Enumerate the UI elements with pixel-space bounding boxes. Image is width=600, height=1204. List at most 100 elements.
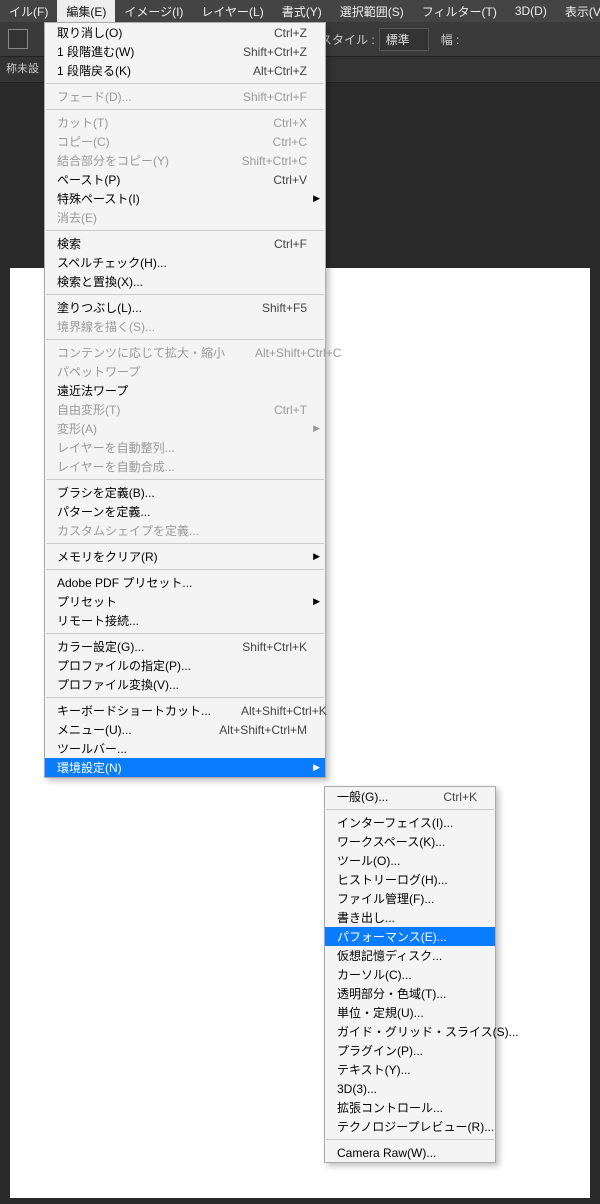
edit-menu-separator	[46, 109, 324, 110]
menu-item-label: ワークスペース(K)...	[337, 833, 477, 850]
edit-menu-item-38[interactable]: カラー設定(G)...Shift+Ctrl+K	[45, 637, 325, 656]
edit-menu-item-15[interactable]: 検索と置換(X)...	[45, 272, 325, 291]
edit-menu-item-2[interactable]: 1 段階戻る(K) Alt+Ctrl+Z	[45, 61, 325, 80]
pref-menu-item-7[interactable]: 書き出し...	[325, 908, 495, 927]
menu-item-label: ツールバー...	[57, 740, 307, 757]
menu-item-label: カスタムシェイプを定義...	[57, 522, 307, 539]
menu-item-shortcut: Ctrl+K	[443, 790, 477, 804]
menu-item-shortcut: Ctrl+V	[273, 173, 307, 187]
edit-menu-item-36[interactable]: リモート接続...	[45, 611, 325, 630]
tool-icon[interactable]	[8, 29, 28, 49]
menu-item-shortcut: Ctrl+F	[274, 237, 307, 251]
edit-menu-item-35[interactable]: プリセット▶	[45, 592, 325, 611]
edit-menu-item-14[interactable]: スペルチェック(H)...	[45, 253, 325, 272]
edit-menu-item-26: レイヤーを自動合成...	[45, 457, 325, 476]
menu-item-label: レイヤーを自動合成...	[57, 458, 307, 475]
menu-file[interactable]: イル(F)	[0, 0, 57, 23]
edit-menu-item-22[interactable]: 遠近法ワープ	[45, 381, 325, 400]
pref-menu-item-18[interactable]: テクノロジープレビュー(R)...	[325, 1117, 495, 1136]
edit-menu-item-18: 境界線を描く(S)...	[45, 317, 325, 336]
menu-edit[interactable]: 編集(E)	[57, 0, 115, 23]
menu-item-label: インターフェイス(I)...	[337, 814, 477, 831]
menu-view[interactable]: 表示(V)	[556, 0, 600, 23]
edit-menu-item-20: コンテンツに応じて拡大・縮小Alt+Shift+Ctrl+C	[45, 343, 325, 362]
edit-menu-separator	[46, 569, 324, 570]
menu-item-shortcut: Ctrl+C	[273, 135, 307, 149]
edit-menu-separator	[46, 543, 324, 544]
pref-menu-item-5[interactable]: ヒストリーログ(H)...	[325, 870, 495, 889]
menu-item-label: 拡張コントロール...	[337, 1099, 477, 1116]
edit-menu-item-42[interactable]: キーボードショートカット...Alt+Shift+Ctrl+K	[45, 701, 325, 720]
pref-menu-item-20[interactable]: Camera Raw(W)...	[325, 1143, 495, 1162]
menu-filter[interactable]: フィルター(T)	[413, 0, 506, 23]
edit-menu-item-28[interactable]: ブラシを定義(B)...	[45, 483, 325, 502]
pref-menu-item-10[interactable]: カーソル(C)...	[325, 965, 495, 984]
edit-menu-item-34[interactable]: Adobe PDF プリセット...	[45, 573, 325, 592]
edit-menu-item-0[interactable]: 取り消し(O)Ctrl+Z	[45, 23, 325, 42]
menu-item-shortcut: Ctrl+Z	[274, 26, 307, 40]
edit-menu-item-24: 変形(A)▶	[45, 419, 325, 438]
submenu-arrow-icon: ▶	[313, 423, 320, 434]
pref-menu-item-2[interactable]: インターフェイス(I)...	[325, 813, 495, 832]
menu-layer[interactable]: レイヤー(L)	[192, 0, 272, 23]
menu-item-label: 結合部分をコピー(Y)	[57, 152, 212, 169]
menu-item-label: 3D(3)...	[337, 1082, 477, 1096]
edit-menu-separator	[46, 230, 324, 231]
submenu-arrow-icon: ▶	[313, 193, 320, 204]
menu-item-label: プラグイン(P)...	[337, 1042, 477, 1059]
edit-menu-item-45[interactable]: 環境設定(N) ▶	[45, 758, 325, 777]
edit-menu-item-43[interactable]: メニュー(U)...Alt+Shift+Ctrl+M	[45, 720, 325, 739]
edit-menu-item-40[interactable]: プロファイル変換(V)...	[45, 675, 325, 694]
pref-menu-item-11[interactable]: 透明部分・色域(T)...	[325, 984, 495, 1003]
pref-menu-item-0[interactable]: 一般(G)... Ctrl+K	[325, 787, 495, 806]
pref-menu-item-17[interactable]: 拡張コントロール...	[325, 1098, 495, 1117]
menu-item-shortcut: Alt+Ctrl+Z	[253, 64, 307, 78]
pref-menu-item-12[interactable]: 単位・定規(U)...	[325, 1003, 495, 1022]
menu-item-label: 環境設定(N)	[57, 759, 307, 776]
menu-image[interactable]: イメージ(I)	[115, 0, 192, 23]
edit-menu-item-44[interactable]: ツールバー...	[45, 739, 325, 758]
edit-menu-item-10[interactable]: 特殊ペースト(I)▶	[45, 189, 325, 208]
menu-item-label: 1 段階戻る(K)	[57, 62, 223, 79]
menu-item-label: パフォーマンス(E)...	[337, 928, 477, 945]
edit-menu-item-9[interactable]: ペースト(P)Ctrl+V	[45, 170, 325, 189]
edit-menu-separator	[46, 339, 324, 340]
edit-menu-item-1[interactable]: 1 段階進む(W) Shift+Ctrl+Z	[45, 42, 325, 61]
menu-item-label: メニュー(U)...	[57, 721, 189, 738]
pref-menu-item-14[interactable]: プラグイン(P)...	[325, 1041, 495, 1060]
edit-menu-item-39[interactable]: プロファイルの指定(P)...	[45, 656, 325, 675]
pref-menu-item-3[interactable]: ワークスペース(K)...	[325, 832, 495, 851]
menu-item-shortcut: Ctrl+T	[274, 403, 307, 417]
menu-3d[interactable]: 3D(D)	[506, 1, 556, 21]
pref-menu-item-6[interactable]: ファイル管理(F)...	[325, 889, 495, 908]
style-select[interactable]: 標準	[379, 28, 429, 51]
menu-item-shortcut: Shift+F5	[262, 301, 307, 315]
edit-menu-item-4: フェード(D)...Shift+Ctrl+F	[45, 87, 325, 106]
pref-menu-item-15[interactable]: テキスト(Y)...	[325, 1060, 495, 1079]
edit-menu-item-29[interactable]: パターンを定義...	[45, 502, 325, 521]
submenu-arrow-icon: ▶	[313, 762, 320, 773]
menu-item-label: 単位・定規(U)...	[337, 1004, 477, 1021]
pref-menu-item-16[interactable]: 3D(3)...	[325, 1079, 495, 1098]
menu-item-label: レイヤーを自動整列...	[57, 439, 307, 456]
menu-item-label: 検索と置換(X)...	[57, 273, 307, 290]
menu-item-shortcut: Shift+Ctrl+Z	[243, 45, 307, 59]
menu-item-label: 遠近法ワープ	[57, 382, 307, 399]
menu-item-label: Camera Raw(W)...	[337, 1146, 477, 1160]
edit-menu-item-17[interactable]: 塗りつぶし(L)...Shift+F5	[45, 298, 325, 317]
pref-menu-item-4[interactable]: ツール(O)...	[325, 851, 495, 870]
pref-menu-item-13[interactable]: ガイド・グリッド・スライス(S)...	[325, 1022, 495, 1041]
pref-menu-item-8[interactable]: パフォーマンス(E)...	[325, 927, 495, 946]
menu-select[interactable]: 選択範囲(S)	[331, 0, 413, 23]
menu-item-label: カット(T)	[57, 114, 243, 131]
menu-item-label: テクノロジープレビュー(R)...	[337, 1118, 494, 1135]
menu-item-label: 一般(G)...	[337, 788, 413, 805]
menu-item-label: スペルチェック(H)...	[57, 254, 307, 271]
pref-menu-item-9[interactable]: 仮想記憶ディスク...	[325, 946, 495, 965]
menu-item-label: 1 段階進む(W)	[57, 43, 213, 60]
menu-type[interactable]: 書式(Y)	[273, 0, 331, 23]
edit-menu-item-13[interactable]: 検索Ctrl+F	[45, 234, 325, 253]
edit-menu-item-32[interactable]: メモリをクリア(R)▶	[45, 547, 325, 566]
edit-menu-item-6: カット(T)Ctrl+X	[45, 113, 325, 132]
edit-menu-item-23: 自由変形(T)Ctrl+T	[45, 400, 325, 419]
